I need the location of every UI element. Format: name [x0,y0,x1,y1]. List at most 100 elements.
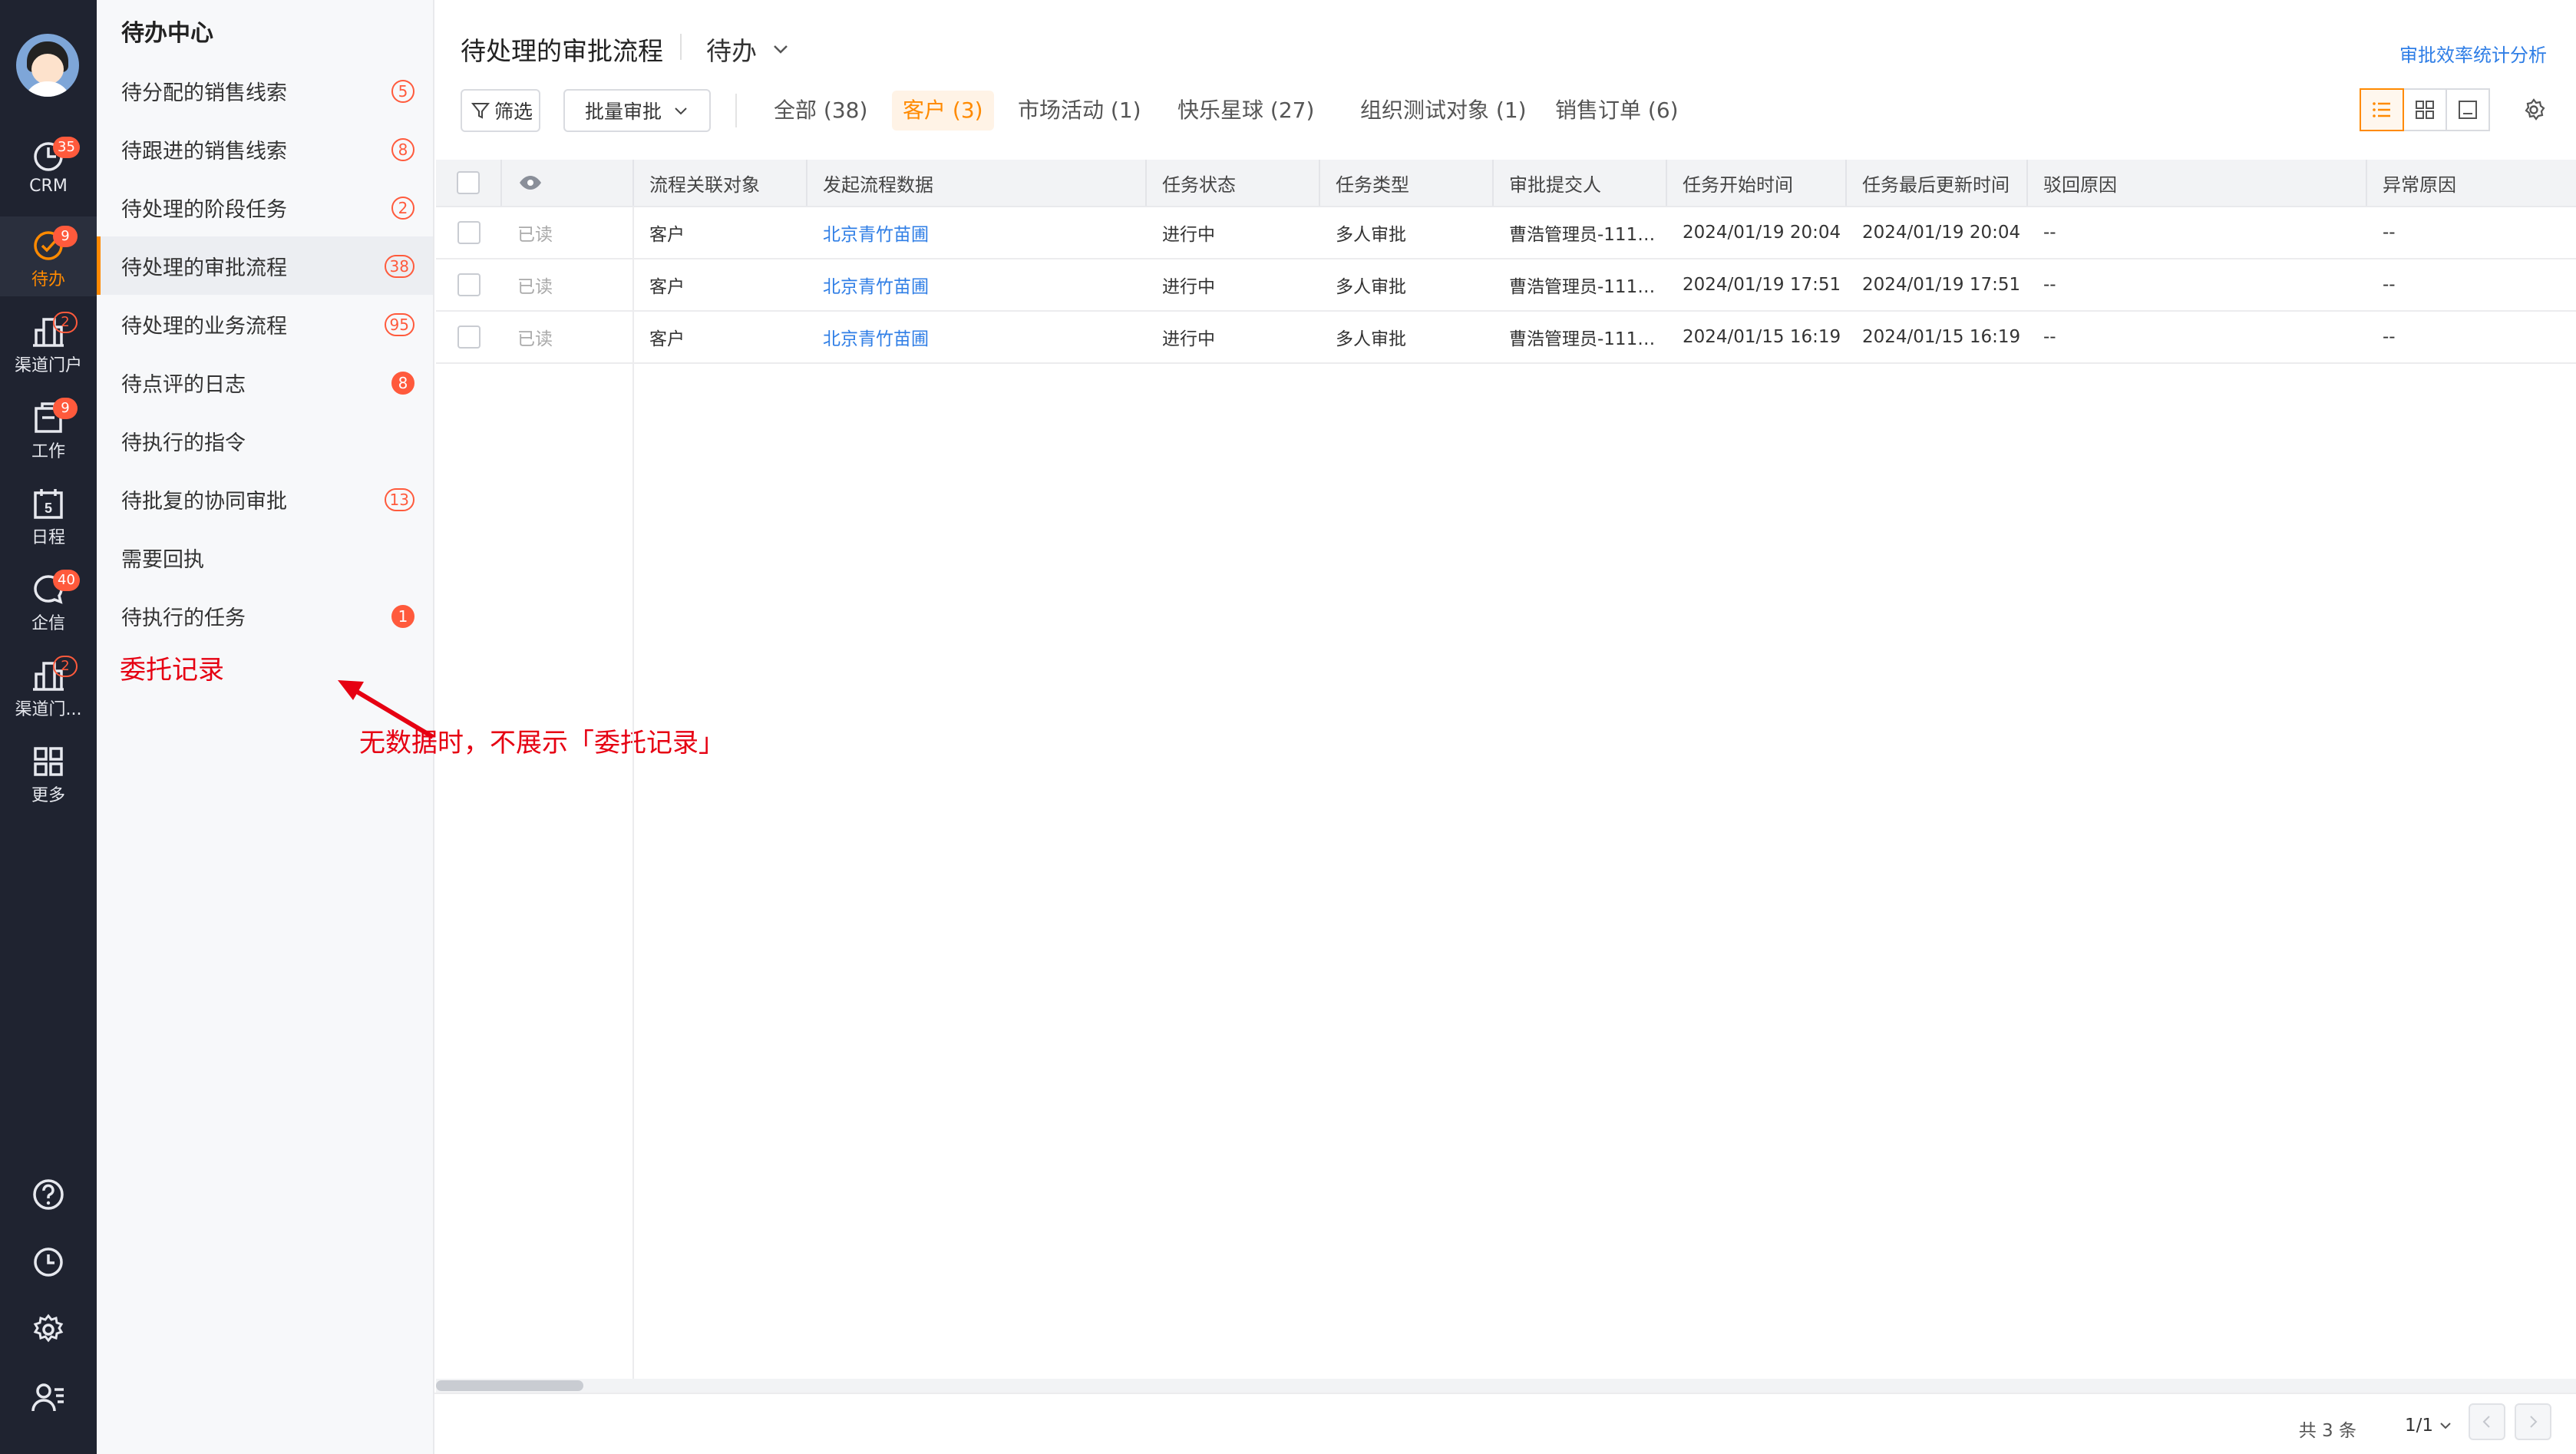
cell-submitter: 曹浩管理员-111… [1509,277,1656,297]
next-page-button[interactable] [2515,1403,2551,1440]
view-mode-switch [2360,88,2490,131]
table-row[interactable]: 已读 客户 北京青竹苗圃 进行中 多人审批 曹浩管理员-111… 2024/01… [436,312,2576,364]
cell-object: 客户 [649,277,685,297]
column-header[interactable]: 任务开始时间 [1667,160,1847,206]
nav-item-label: 待处理的阶段任务 [121,197,287,222]
delegate-records-link[interactable]: 委托记录 [120,649,224,686]
rail-item-messages[interactable]: 40 企信 [0,560,97,640]
cell-submitter: 曹浩管理员-111… [1509,225,1656,245]
list-view-button[interactable] [2360,88,2404,131]
chat-bubble-icon: 40 [30,570,80,608]
cell-object: 客户 [649,329,685,349]
rail-item-calendar[interactable]: 5 日程 [0,474,97,554]
tab-marketing[interactable]: 市场活动 (1) [1007,91,1152,131]
row-checkbox[interactable] [457,325,481,349]
scrollbar-thumb[interactable] [436,1380,583,1391]
batch-approve-button[interactable]: 批量审批 [563,89,711,132]
rail-label: 更多 [31,786,65,805]
avatar[interactable] [16,34,79,97]
rail-label: CRM [29,177,68,196]
help-icon[interactable] [30,1176,67,1213]
cell-exception-reason: -- [2383,223,2396,243]
column-header[interactable]: 驳回原因 [2028,160,2367,206]
crm-icon: 35 [30,137,80,175]
rail-item-todo[interactable]: 9 待办 [0,216,97,296]
stats-analysis-link[interactable]: 审批效率统计分析 [2399,40,2547,67]
prev-page-button[interactable] [2469,1403,2505,1440]
nav-title: 待办中心 [121,20,213,47]
cell-type: 多人审批 [1336,277,1406,297]
panel-icon [2459,101,2477,119]
rail-badge: 2 [53,656,78,677]
nav-item-business-flows[interactable]: 待处理的业务流程 95 [97,295,433,353]
nav-item-tasks[interactable]: 待执行的任务 1 [97,587,433,645]
column-settings-gear-icon[interactable] [2521,97,2547,123]
rail-label: 日程 [31,528,65,547]
view-selector-label: 待办 [706,36,757,66]
rail-badge: 9 [53,226,78,247]
nav-item-collab-approval[interactable]: 待批复的协同审批 13 [97,470,433,528]
cell-data-link[interactable]: 北京青竹苗圃 [807,312,1147,362]
frozen-column-divider [632,207,634,1380]
tab-customer[interactable]: 客户 (3) [892,91,994,131]
column-header[interactable]: 流程关联对象 [634,160,807,206]
nav-item-follow-leads[interactable]: 待跟进的销售线索 8 [97,120,433,178]
building-icon: 2 [30,312,78,350]
rail-item-crm[interactable]: 35 CRM [0,127,97,207]
chevron-right-icon [2530,1416,2538,1428]
filter-button[interactable]: 筛选 [461,89,540,132]
cell-start-time: 2024/01/15 16:19 [1683,327,1841,347]
grid-view-button[interactable] [2403,88,2447,131]
cell-type: 多人审批 [1336,329,1406,349]
clipboard-icon: 9 [30,398,78,436]
chevron-left-icon [2482,1416,2490,1428]
table-row[interactable]: 已读 客户 北京青竹苗圃 进行中 多人审批 曹浩管理员-111… 2024/01… [436,259,2576,312]
tab-happy-planet[interactable]: 快乐星球 (27) [1167,91,1325,131]
nav-item-stage-tasks[interactable]: 待处理的阶段任务 2 [97,178,433,236]
horizontal-scrollbar[interactable] [436,1379,2576,1393]
read-status-header [502,160,634,206]
page-selector[interactable]: 1/1 [2405,1416,2453,1436]
nav-item-receipts[interactable]: 需要回执 [97,528,433,587]
settings-gear-icon[interactable] [30,1311,67,1348]
select-all-checkbox[interactable] [457,171,480,194]
cell-start-time: 2024/01/19 17:51 [1683,275,1841,295]
tab-org-test-object[interactable]: 组织测试对象 (1) [1349,91,1537,131]
history-clock-icon[interactable] [30,1244,67,1281]
read-status: 已读 [502,312,634,362]
column-header[interactable]: 审批提交人 [1494,160,1667,206]
row-checkbox[interactable] [457,273,481,296]
tab-all[interactable]: 全部 (38) [763,91,878,131]
column-header[interactable]: 任务状态 [1147,160,1320,206]
cell-reject-reason: -- [2043,223,2056,243]
view-selector[interactable]: 待办 [706,31,791,68]
table-row[interactable]: 已读 客户 北京青竹苗圃 进行中 多人审批 曹浩管理员-111… 2024/01… [436,207,2576,259]
nav-item-instructions[interactable]: 待执行的指令 [97,411,433,470]
column-header[interactable]: 任务类型 [1320,160,1494,206]
cell-updated-time: 2024/01/19 20:04 [1862,223,2021,243]
rail-item-channel-portal-2[interactable]: 2 渠道门... [0,646,97,726]
approval-table: 流程关联对象 发起流程数据 任务状态 任务类型 审批提交人 任务开始时间 任务最… [436,160,2576,364]
nav-item-assign-leads[interactable]: 待分配的销售线索 5 [97,61,433,120]
nav-item-label: 待处理的审批流程 [121,256,287,280]
cell-data-link[interactable]: 北京青竹苗圃 [807,259,1147,310]
nav-item-label: 待分配的销售线索 [121,81,287,105]
nav-item-approval-flows[interactable]: 待处理的审批流程 38 [97,236,433,295]
rail-item-work[interactable]: 9 工作 [0,388,97,468]
tab-sales-order[interactable]: 销售订单 (6) [1544,91,1689,131]
column-header[interactable]: 异常原因 [2367,160,2561,206]
nav-item-label: 需要回执 [121,547,204,572]
rail-item-channel-portal[interactable]: 2 渠道门户 [0,302,97,382]
main-content: 待处理的审批流程 待办 审批效率统计分析 筛选 批量审批 全部 (38) 客户 … [434,0,2576,1454]
nav-item-label: 待批复的协同审批 [121,489,287,514]
column-header[interactable]: 任务最后更新时间 [1847,160,2028,206]
split-view-button[interactable] [2446,88,2490,131]
rail-badge: 9 [53,398,78,419]
rail-item-more[interactable]: 更多 [0,732,97,812]
user-list-icon[interactable] [30,1379,67,1416]
row-checkbox[interactable] [457,221,481,244]
nav-item-logs-review[interactable]: 待点评的日志 8 [97,353,433,411]
row-select-cell [436,259,502,310]
column-header[interactable]: 发起流程数据 [807,160,1147,206]
cell-data-link[interactable]: 北京青竹苗圃 [807,207,1147,258]
